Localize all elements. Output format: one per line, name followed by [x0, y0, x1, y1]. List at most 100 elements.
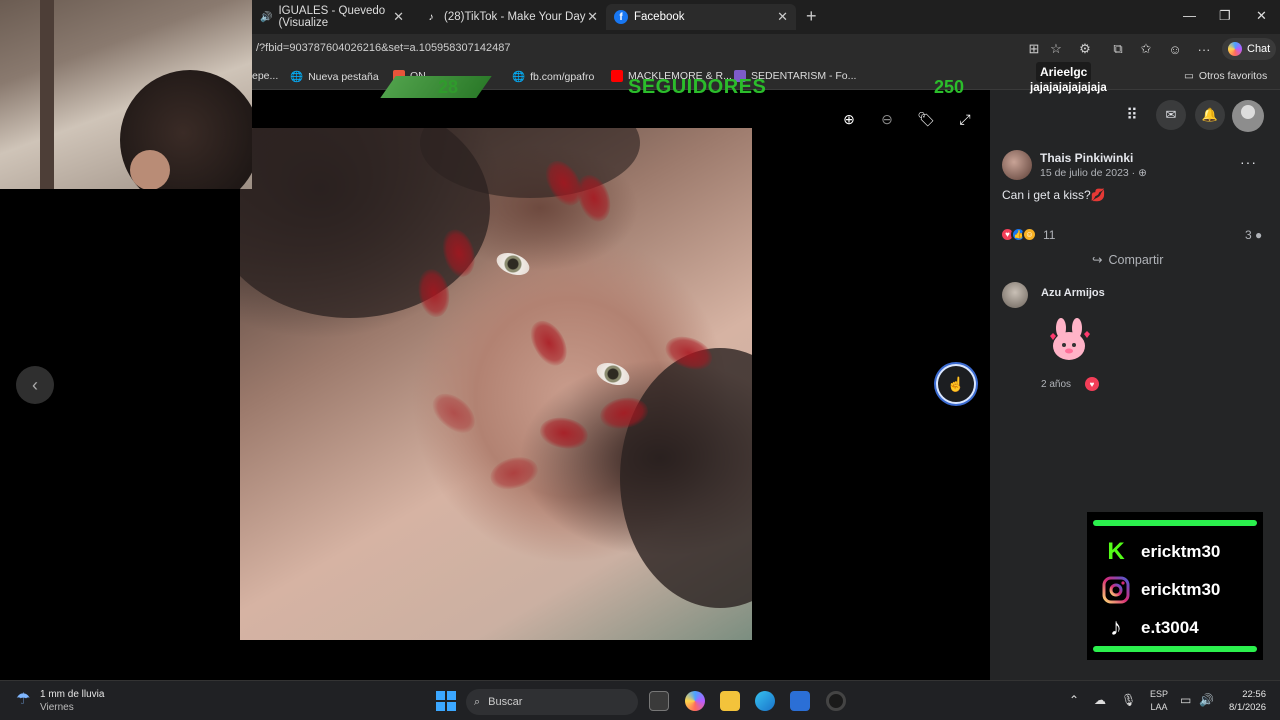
comment-count[interactable]: 3 ●: [1245, 228, 1262, 242]
lipstick-mark: [425, 386, 483, 440]
chat-label: Chat: [1247, 43, 1271, 55]
input-language[interactable]: ESP: [1149, 689, 1169, 699]
speaker-icon: 🔊: [260, 11, 273, 23]
tiktok-icon: ♪: [1110, 614, 1122, 641]
bookmark-item[interactable]: 🌐 Nueva pestaña: [290, 70, 379, 84]
next-photo-button[interactable]: ☝: [936, 364, 976, 404]
messenger-icon[interactable]: ✉: [1156, 100, 1186, 130]
reaction-count: 11: [1043, 227, 1056, 242]
start-button[interactable]: [436, 691, 456, 711]
stream-chat-overlay: Arieelgc jajajajajajajaja: [1024, 60, 1224, 102]
network-icon[interactable]: ▭: [1180, 693, 1191, 707]
followers-label: SEGUIDORES: [628, 76, 767, 98]
edge-icon[interactable]: [755, 691, 775, 711]
more-menu-icon[interactable]: ···: [1195, 40, 1213, 58]
split-screen-icon[interactable]: ⧉: [1109, 40, 1127, 58]
tab-youtube[interactable]: 🔊 IGUALES - Quevedo (Visualize ✕: [252, 4, 412, 30]
zoom-in-icon[interactable]: ⊕: [838, 108, 860, 130]
taskbar-search[interactable]: ⌕ Buscar: [466, 689, 638, 715]
eye: [493, 248, 533, 280]
chat-username: Arieelgc: [1040, 65, 1088, 79]
comment-time[interactable]: 2 años: [1041, 379, 1071, 390]
eye: [593, 358, 633, 390]
apps-icon[interactable]: ⊞: [1025, 40, 1043, 58]
tab-tiktok[interactable]: ♪ (28)TikTok - Make Your Day ✕: [416, 4, 606, 30]
post-author[interactable]: Thais Pinkiwinki: [1040, 151, 1133, 165]
social-instagram: ericktm30: [1101, 576, 1220, 604]
window-close-icon[interactable]: ✕: [1256, 8, 1267, 24]
copilot-icon[interactable]: [685, 691, 705, 711]
tab-label: Facebook: [634, 11, 685, 23]
profile-icon[interactable]: ☺: [1166, 40, 1184, 58]
microphone-icon[interactable]: 🎙: [1121, 693, 1136, 707]
clock-date[interactable]: 8/1/2026: [1214, 702, 1266, 713]
post-text: Can i get a kiss?💋: [1002, 188, 1106, 202]
reactions-summary[interactable]: ♥ 👍 ☺ 11: [1000, 227, 1055, 242]
minimize-icon[interactable]: —: [1183, 8, 1196, 23]
account-avatar[interactable]: [1232, 100, 1264, 132]
restore-icon[interactable]: ❐: [1219, 8, 1231, 24]
weather-summary[interactable]: 1 mm de lluvia: [40, 689, 104, 700]
public-globe-icon: ⊕: [1138, 167, 1147, 179]
globe-icon: 🌐: [290, 71, 304, 83]
onedrive-icon[interactable]: ☁: [1094, 693, 1106, 707]
copilot-chat-button[interactable]: Chat: [1222, 38, 1277, 60]
webcam-overlay: [0, 0, 252, 189]
post-photo[interactable]: [240, 128, 752, 640]
tab-label: IGUALES - Quevedo (Visualize: [278, 5, 386, 29]
post-date[interactable]: 15 de julio de 2023 ·: [1040, 167, 1135, 179]
lipstick-mark: [524, 314, 574, 372]
search-placeholder: Buscar: [488, 696, 523, 708]
keyboard-layout[interactable]: LAA: [1149, 702, 1169, 712]
new-tab-icon[interactable]: +: [806, 6, 817, 27]
kick-icon: K: [1107, 538, 1125, 565]
heart-reaction-icon[interactable]: ♥: [1085, 377, 1099, 391]
close-icon[interactable]: ✕: [777, 9, 788, 25]
tag-icon[interactable]: 🏷: [915, 108, 937, 130]
followers-goal: 250: [934, 77, 965, 97]
chat-message: jajajajajajajaja: [1030, 82, 1107, 94]
close-icon[interactable]: ✕: [393, 9, 404, 25]
clock-time[interactable]: 22:56: [1226, 689, 1266, 700]
bunny-sticker: [1050, 318, 1090, 360]
favorite-star-icon[interactable]: ☆: [1047, 40, 1065, 58]
search-icon: ⌕: [474, 695, 481, 708]
url-field[interactable]: /?fbid=903787604026216&set=a.10595830714…: [256, 42, 510, 54]
post-more-options-icon[interactable]: ···: [1240, 154, 1257, 170]
weather-day: Viernes: [40, 702, 74, 713]
followers-count: 28: [438, 77, 459, 97]
comment-bubble-icon: ●: [1255, 228, 1263, 242]
author-avatar[interactable]: [1002, 150, 1032, 180]
task-view-icon[interactable]: [649, 691, 669, 711]
close-icon[interactable]: ✕: [587, 9, 598, 25]
social-tiktok: ♪ e.t3004: [1101, 614, 1199, 642]
file-explorer-icon[interactable]: [720, 691, 740, 711]
comment-author[interactable]: Azu Armijos: [1041, 287, 1105, 299]
store-icon[interactable]: [790, 691, 810, 711]
bookmark-item[interactable]: epe...: [252, 70, 278, 82]
obs-icon[interactable]: [826, 691, 846, 711]
followers-goal-bar: 28 SEGUIDORES 250: [380, 74, 988, 100]
menu-grid-icon[interactable]: ⠿: [1117, 100, 1147, 130]
previous-photo-button[interactable]: ‹: [16, 366, 54, 404]
fullscreen-icon[interactable]: ⤢: [954, 108, 976, 130]
instagram-icon: [1101, 576, 1131, 604]
followers-progress-fill: [380, 76, 492, 98]
tab-facebook[interactable]: f Facebook ✕: [606, 4, 796, 30]
extensions-icon[interactable]: ⚙: [1076, 40, 1094, 58]
rain-icon[interactable]: ☂: [16, 689, 30, 709]
commenter-avatar[interactable]: [1002, 282, 1028, 308]
share-arrow-icon: ↪: [1092, 253, 1103, 267]
taskbar: ☂ 1 mm de lluvia Viernes ⌕ Buscar ⌃ ☁ 🎙 …: [0, 680, 1280, 720]
notifications-bell-icon[interactable]: 🔔: [1195, 100, 1225, 130]
care-reaction-icon: ☺: [1022, 227, 1037, 242]
share-button[interactable]: ↪ Compartir: [1092, 252, 1163, 268]
favorites-icon[interactable]: ✩: [1137, 40, 1155, 58]
volume-icon[interactable]: 🔊: [1199, 693, 1214, 707]
chevron-up-icon[interactable]: ⌃: [1069, 693, 1079, 707]
hand-cursor-icon: ☝: [947, 375, 965, 392]
chevron-left-icon: ‹: [32, 374, 38, 395]
zoom-out-icon[interactable]: ⊖: [876, 108, 898, 130]
lipstick-mark: [537, 414, 591, 452]
lipstick-mark: [486, 452, 542, 494]
